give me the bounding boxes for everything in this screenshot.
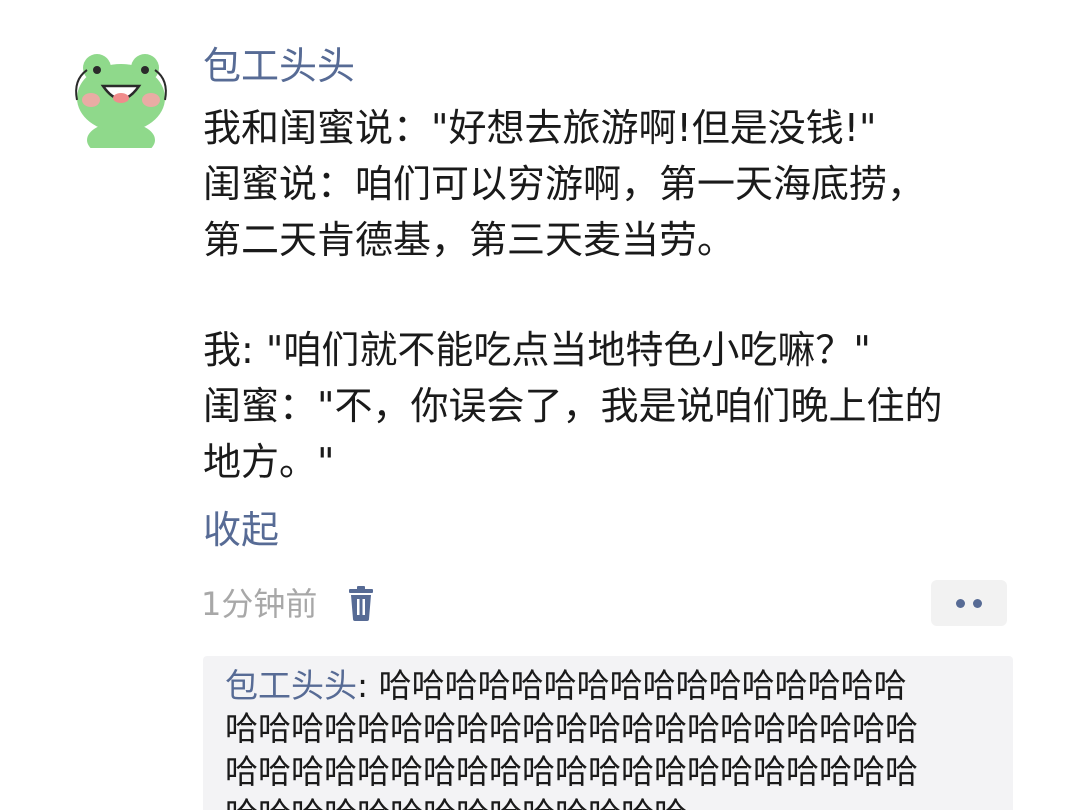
post-text-line: 我和闺蜜说："好想去旅游啊!但是没钱!" (203, 106, 877, 150)
moments-page: 包工头头 我和闺蜜说："好想去旅游啊!但是没钱!" 闺蜜说：咱们可以穷游啊，第一… (0, 0, 1080, 810)
comment-text-line: 哈哈哈哈哈哈哈哈哈哈哈哈哈哈哈哈哈哈哈哈哈 (225, 752, 918, 791)
more-dots-icon (956, 599, 965, 608)
avatar[interactable] (67, 40, 175, 148)
post-timestamp: 1分钟前 (201, 585, 318, 623)
post-text-line: 我: "咱们就不能吃点当地特色小吃嘛？" (203, 328, 871, 372)
comment-section: 包工头头: 哈哈哈哈哈哈哈哈哈哈哈哈哈哈哈哈 哈哈哈哈哈哈哈哈哈哈哈哈哈哈哈哈哈… (203, 656, 1013, 810)
collapse-link[interactable]: 收起 (203, 502, 279, 558)
comment-author-name[interactable]: 包工头头 (225, 666, 357, 705)
comment-first-line: 包工头头: 哈哈哈哈哈哈哈哈哈哈哈哈哈哈哈哈 (225, 664, 995, 707)
post-content: 我和闺蜜说："好想去旅游啊!但是没钱!" 闺蜜说：咱们可以穷游啊，第一天海底捞，… (203, 100, 1033, 490)
post-text-line: 地方。" (203, 440, 335, 484)
post-author-name[interactable]: 包工头头 (203, 38, 355, 94)
comment-text-line: 哈哈哈哈哈哈哈哈哈哈哈哈哈哈哈哈 (378, 666, 907, 705)
comment-item[interactable]: 包工头头: 哈哈哈哈哈哈哈哈哈哈哈哈哈哈哈哈 哈哈哈哈哈哈哈哈哈哈哈哈哈哈哈哈哈… (225, 664, 995, 810)
post-text-line: 闺蜜说：咱们可以穷游啊，第一天海底捞， (203, 162, 926, 206)
post-text-line: 闺蜜："不，你误会了，我是说咱们晚上住的 (203, 384, 943, 428)
post-text-line: 第二天肯德基，第三天麦当劳。 (203, 218, 736, 262)
comment-text-line: 哈哈哈哈哈哈哈哈哈哈哈哈哈哈 (225, 793, 995, 810)
comment-separator: : (357, 666, 379, 705)
more-actions-button[interactable] (931, 580, 1007, 626)
more-dots-icon (973, 599, 982, 608)
comment-text-line: 哈哈哈哈哈哈哈哈哈哈哈哈哈哈哈哈哈哈哈哈哈 (225, 709, 918, 748)
frog-avatar-icon (67, 40, 175, 148)
trash-icon[interactable] (345, 586, 377, 622)
